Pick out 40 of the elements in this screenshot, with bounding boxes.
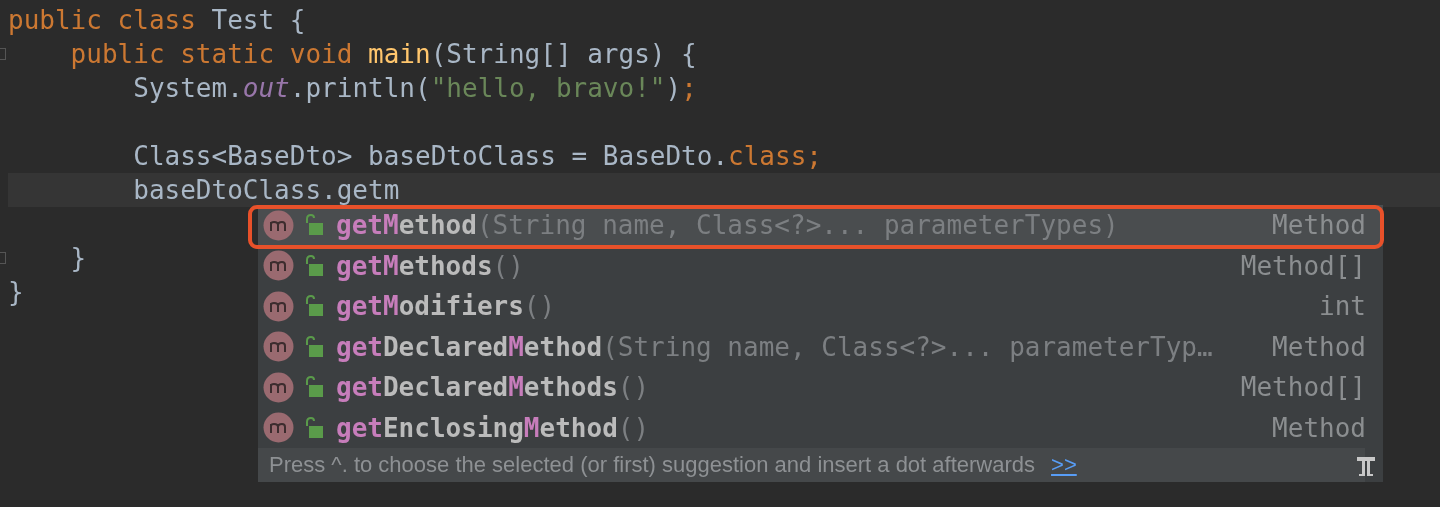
method-parameters: (): [617, 372, 650, 403]
method-icon: [263, 371, 294, 403]
method-name: getMethod: [336, 210, 477, 241]
unlock-icon: [304, 254, 324, 277]
code-line: }: [69, 242, 87, 275]
code-line: System.out.println("hello, bravo!");: [132, 72, 697, 105]
fold-marker-icon[interactable]: [0, 48, 6, 60]
more-link[interactable]: >>: [1051, 452, 1077, 478]
method-parameters: (): [492, 250, 524, 281]
method-name: getDeclaredMethods: [336, 372, 618, 403]
return-type: Method: [1272, 331, 1366, 362]
return-type: Method[]: [1240, 372, 1366, 403]
method-name: getEnclosingMethod: [336, 412, 618, 443]
unlock-icon: [304, 335, 324, 358]
return-type: Method: [1272, 210, 1366, 241]
unlock-icon: [304, 416, 324, 439]
hint-text: Press ^. to choose the selected (or first) suggestion and insert a dot afterwards: [269, 452, 1036, 478]
method-icon: [263, 412, 294, 444]
return-type: int: [1319, 291, 1366, 322]
unlock-icon: [304, 295, 324, 318]
method-name: getMethods: [336, 250, 493, 281]
return-type: Method[]: [1240, 250, 1366, 281]
unlock-icon: [304, 214, 324, 237]
return-type: Method: [1272, 412, 1366, 443]
method-parameters: (): [523, 291, 556, 322]
method-icon: [263, 209, 294, 241]
unlock-icon: [304, 376, 324, 399]
method-name: getDeclaredMethod: [336, 331, 603, 362]
method-parameters: (String name, Class<?>... parameterTyp…: [602, 331, 1213, 362]
method-icon: [263, 250, 294, 282]
method-parameters: (): [617, 412, 650, 443]
pin-icon[interactable]: [1355, 454, 1377, 478]
method-icon: [263, 290, 294, 322]
fold-marker-icon[interactable]: [0, 252, 6, 264]
code-line: public class Test {: [8, 4, 306, 37]
code-line: }: [8, 276, 24, 309]
method-icon: [263, 331, 294, 363]
code-line: Class<BaseDto> baseDtoClass = BaseDto.class;: [132, 140, 822, 173]
method-name: getModifiers: [336, 291, 524, 322]
code-line: public static void main(String[] args) {: [69, 38, 697, 71]
